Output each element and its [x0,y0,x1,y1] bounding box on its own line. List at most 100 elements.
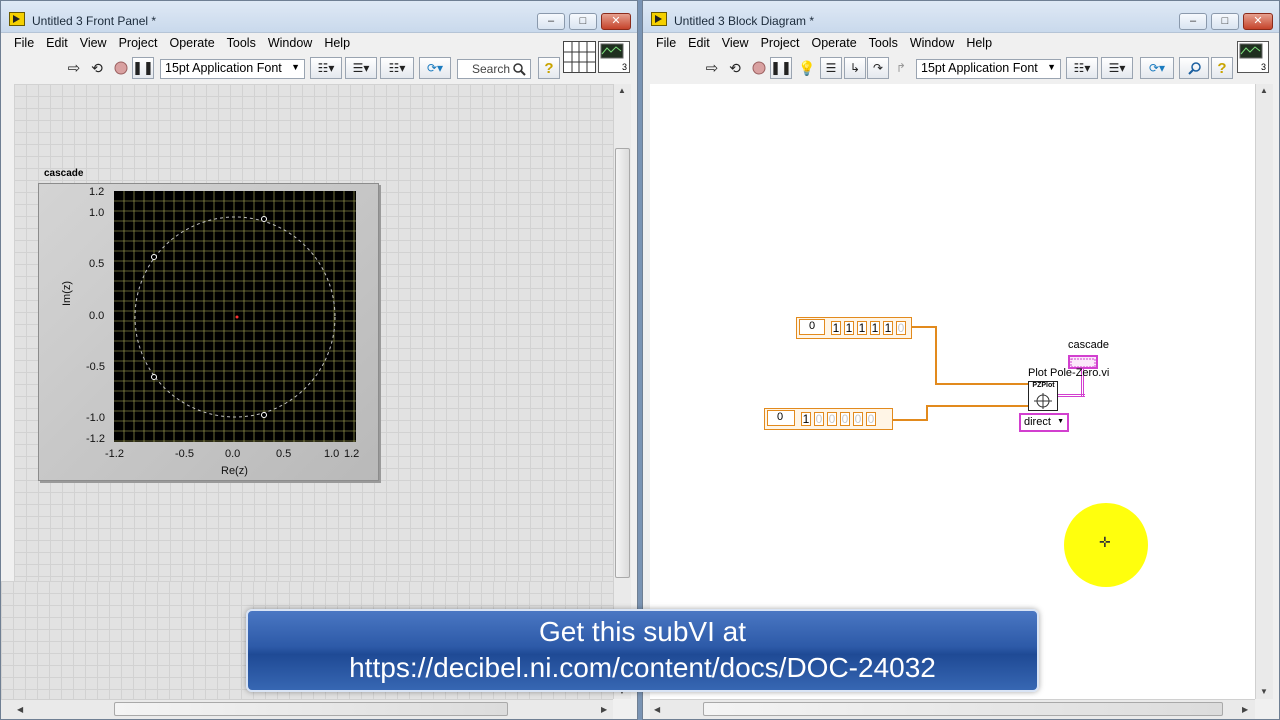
abort-icon[interactable] [111,57,131,79]
menu-file[interactable]: File [650,34,682,54]
align-objects-icon[interactable]: ☷▾ [1066,57,1098,79]
context-help-icon[interactable]: ? [538,57,560,79]
search-input[interactable]: Search [457,59,531,79]
wire[interactable] [893,419,928,421]
menu-operate[interactable]: Operate [163,34,220,54]
highlight-execution-icon[interactable]: 💡 [796,57,818,79]
enum-constant[interactable]: direct ▼ [1019,413,1069,432]
distribute-objects-icon[interactable]: ☰▾ [345,57,377,79]
menu-operate[interactable]: Operate [805,34,862,54]
wire[interactable] [935,383,1029,385]
wire[interactable] [926,405,1029,407]
connector-pane-icon[interactable] [563,41,596,73]
close-button[interactable]: ✕ [1243,13,1273,30]
menu-edit[interactable]: Edit [40,34,74,54]
font-selector[interactable]: 15pt Application Font ▼ [160,59,305,79]
array-element[interactable]: 1 [831,321,841,335]
menu-window[interactable]: Window [904,34,960,54]
horizontal-scroll-thumb[interactable] [703,702,1223,716]
scroll-right-arrow-icon[interactable]: ▶ [1242,705,1248,714]
menu-window[interactable]: Window [262,34,318,54]
maximize-button[interactable]: □ [569,13,597,30]
resize-objects-icon[interactable]: ☷▾ [380,57,414,79]
horizontal-scroll-thumb[interactable] [114,702,508,716]
menu-tools[interactable]: Tools [863,34,904,54]
step-into-icon[interactable]: ↳ [844,57,866,79]
menu-view[interactable]: View [74,34,113,54]
array-index[interactable]: 0 [799,319,825,335]
indicator-label[interactable]: cascade [1068,339,1109,351]
graph-label[interactable]: cascade [44,168,83,179]
retain-wire-values-icon[interactable]: ☰ [820,57,842,79]
step-out-icon[interactable]: ↱ [890,57,912,79]
menu-help[interactable]: Help [318,34,356,54]
run-continuously-icon[interactable]: ⟲ [86,57,108,79]
array-index[interactable]: 0 [767,410,795,426]
menu-view[interactable]: View [716,34,755,54]
array-element[interactable]: 1 [801,412,811,426]
align-objects-icon[interactable]: ☷▾ [310,57,342,79]
array-element[interactable]: 0 [896,321,906,335]
block-diagram-horizontal-scrollbar[interactable]: ◀ ▶ [650,699,1255,719]
array-element[interactable]: 1 [857,321,867,335]
run-arrow-icon[interactable]: ⇨ [63,57,85,79]
graph-plot-area[interactable] [114,191,356,442]
scroll-left-arrow-icon[interactable]: ◀ [17,705,23,714]
crosshair-icon [1034,393,1052,409]
vertical-scroll-thumb[interactable] [615,148,630,578]
subvi-label[interactable]: Plot Pole-Zero.vi [1028,367,1109,379]
array-constant-bottom[interactable]: 0 1 0 0 0 0 0 [764,408,893,430]
array-element[interactable]: 0 [827,412,837,426]
pause-icon[interactable]: ❚❚ [132,57,154,79]
vi-icon[interactable]: 3 [598,41,630,73]
maximize-button[interactable]: □ [1211,13,1239,30]
minimize-button[interactable]: – [537,13,565,30]
array-element[interactable]: 0 [866,412,876,426]
context-help-icon[interactable]: ? [1211,57,1233,79]
pause-icon[interactable]: ❚❚ [770,57,792,79]
menu-help[interactable]: Help [960,34,998,54]
block-diagram-titlebar[interactable]: Untitled 3 Block Diagram * – □ ✕ [643,1,1279,33]
front-panel-horizontal-scrollbar[interactable]: ◀ ▶ [1,699,613,719]
menu-project[interactable]: Project [755,34,806,54]
array-element[interactable]: 1 [883,321,893,335]
array-element[interactable]: 1 [844,321,854,335]
menu-file[interactable]: File [8,34,40,54]
y-tick: -1.0 [86,412,105,424]
array-constant-top[interactable]: 0 1 1 1 1 1 0 [796,317,912,339]
scroll-up-arrow-icon[interactable]: ▲ [1260,86,1268,95]
scroll-left-arrow-icon[interactable]: ◀ [654,705,660,714]
distribute-objects-icon[interactable]: ☰▾ [1101,57,1133,79]
block-diagram-canvas[interactable] [650,84,1255,699]
menu-edit[interactable]: Edit [682,34,716,54]
array-element[interactable]: 1 [870,321,880,335]
scroll-right-arrow-icon[interactable]: ▶ [601,705,607,714]
scroll-up-arrow-icon[interactable]: ▲ [618,86,626,95]
array-element[interactable]: 0 [840,412,850,426]
clean-up-diagram-icon[interactable] [1179,57,1209,79]
reorder-icon[interactable]: ⟳▾ [419,57,451,79]
abort-icon[interactable] [749,57,769,79]
run-continuously-icon[interactable]: ⟲ [724,57,746,79]
scroll-down-arrow-icon[interactable]: ▼ [1260,687,1268,696]
menu-tools[interactable]: Tools [221,34,262,54]
menu-project[interactable]: Project [113,34,164,54]
array-element[interactable]: 0 [853,412,863,426]
wire[interactable] [935,326,937,385]
pole-zero-graph[interactable]: 1.2 1.0 0.5 0.0 -0.5 -1.0 -1.2 -1.2 -0.5… [38,183,379,481]
zero-marker [261,412,267,418]
front-panel-titlebar[interactable]: Untitled 3 Front Panel * – □ ✕ [1,1,637,33]
wire[interactable] [911,326,936,328]
wire[interactable] [926,405,928,421]
close-button[interactable]: ✕ [601,13,631,30]
vi-icon[interactable]: 3 [1237,41,1269,73]
step-over-icon[interactable]: ↷ [867,57,889,79]
array-element[interactable]: 0 [814,412,824,426]
plot-pole-zero-subvi[interactable]: PZPlot [1028,381,1058,411]
font-selector[interactable]: 15pt Application Font ▼ [916,59,1061,79]
front-panel-vertical-scrollbar[interactable]: ▲ ▼ [613,84,631,699]
run-arrow-icon[interactable]: ⇨ [701,57,723,79]
block-diagram-vertical-scrollbar[interactable]: ▲ ▼ [1255,84,1273,699]
minimize-button[interactable]: – [1179,13,1207,30]
reorder-icon[interactable]: ⟳▾ [1140,57,1174,79]
